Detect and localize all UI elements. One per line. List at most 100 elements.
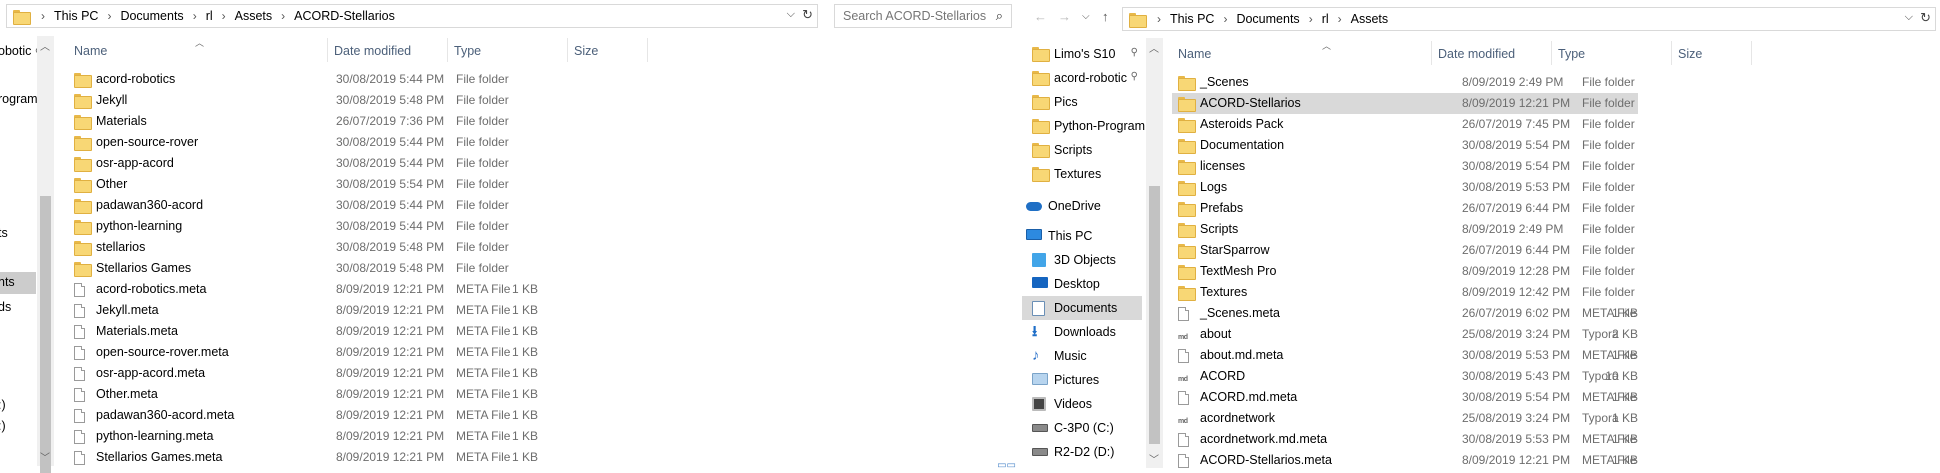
breadcrumb-item[interactable]: Documents bbox=[117, 9, 186, 23]
refresh-icon[interactable]: ↻ bbox=[1920, 10, 1931, 26]
file-row[interactable]: osr-app-acord 30/08/2019 5:44 PM File fold… bbox=[68, 153, 538, 174]
nav-item[interactable]: ⭳ Downloads bbox=[1022, 320, 1142, 344]
column-header-name[interactable]: Name bbox=[1172, 41, 1432, 65]
file-row[interactable]: _Scenes 8/09/2019 2:49 PM File folder bbox=[1172, 72, 1638, 93]
file-row[interactable]: Jekyll 30/08/2019 5:48 PM File folder bbox=[68, 90, 538, 111]
scroll-up-icon[interactable]: ︿ bbox=[40, 38, 50, 53]
refresh-icon[interactable]: ↻ bbox=[802, 7, 813, 23]
file-row[interactable]: acordnetwork.md.meta 30/08/2019 5:53 PM ME… bbox=[1172, 429, 1638, 450]
column-header-date[interactable]: Date modified bbox=[328, 38, 448, 62]
file-row[interactable]: ACORD.md.meta 30/08/2019 5:54 PM META File… bbox=[1172, 387, 1638, 408]
nav-item[interactable]: Desktop bbox=[1022, 272, 1142, 296]
file-row[interactable]: md about 25/08/2019 3:24 PM Typora 2 KB bbox=[1172, 324, 1638, 345]
file-row[interactable]: open-source-rover.meta 8/09/2019 12:21 PM… bbox=[68, 342, 538, 363]
breadcrumb-item[interactable]: Assets bbox=[1348, 12, 1392, 26]
scroll-down-icon[interactable]: ﹀ bbox=[40, 449, 50, 464]
nav-item[interactable]: Pictures bbox=[1022, 368, 1142, 392]
nav-item[interactable]: :) bbox=[0, 419, 6, 433]
file-row[interactable]: Prefabs 26/07/2019 6:44 PM File folder bbox=[1172, 198, 1638, 219]
forward-arrow-icon[interactable]: → bbox=[1058, 9, 1071, 24]
chevron-right-icon[interactable]: › bbox=[1217, 12, 1233, 26]
recent-locations-icon[interactable]: ⌵ bbox=[1082, 11, 1090, 22]
column-header-type[interactable]: Type bbox=[448, 38, 568, 62]
search-field[interactable]: ⌕ bbox=[834, 4, 1012, 28]
file-row[interactable]: _Scenes.meta 26/07/2019 6:02 PM META File 1… bbox=[1172, 303, 1638, 324]
nav-item[interactable]: :) bbox=[0, 398, 6, 412]
chevron-right-icon[interactable]: › bbox=[1332, 12, 1348, 26]
chevron-right-icon[interactable]: › bbox=[187, 9, 203, 23]
chevron-right-icon[interactable]: › bbox=[101, 9, 117, 23]
breadcrumb-item[interactable]: This PC bbox=[1167, 12, 1217, 26]
nav-item[interactable]: Limo's S10 ⚲ bbox=[1022, 42, 1142, 66]
file-row[interactable]: Stellarios Games.meta 8/09/2019 12:21 PM M… bbox=[68, 447, 538, 468]
file-row[interactable]: ACORD-Stellarios 8/09/2019 12:21 PM File f… bbox=[1172, 93, 1638, 114]
scroll-down-icon[interactable]: ﹀ bbox=[1149, 451, 1159, 466]
nav-item[interactable]: Python-Program bbox=[1022, 114, 1145, 138]
scroll-up-icon[interactable]: ︿ bbox=[1149, 40, 1159, 55]
up-arrow-icon[interactable]: ↑ bbox=[1102, 9, 1109, 24]
address-bar[interactable]: › This PC › Documents › rl › Assets ⌵ ↻ bbox=[1122, 7, 1936, 31]
nav-item[interactable]: Scripts bbox=[1022, 138, 1142, 162]
column-header-date[interactable]: Date modified bbox=[1432, 41, 1552, 65]
view-toggle-icon[interactable]: ▭▭ bbox=[997, 460, 1016, 471]
chevron-down-icon[interactable]: ⌵ bbox=[1905, 11, 1913, 24]
nav-item[interactable]: 3D Objects bbox=[1022, 248, 1142, 272]
scroll-thumb[interactable] bbox=[1149, 186, 1160, 444]
column-header-type[interactable]: Type bbox=[1552, 41, 1672, 65]
file-row[interactable]: Textures 8/09/2019 12:42 PM File folder bbox=[1172, 282, 1638, 303]
back-arrow-icon[interactable]: ← bbox=[1034, 9, 1047, 24]
column-header-size[interactable]: Size bbox=[568, 38, 648, 62]
nav-item[interactable]: obotic ⚲ bbox=[0, 44, 40, 58]
file-row[interactable]: Jekyll.meta 8/09/2019 12:21 PM META File 1 … bbox=[68, 300, 538, 321]
file-row[interactable]: stellarios 30/08/2019 5:48 PM File folder bbox=[68, 237, 538, 258]
nav-scrollbar[interactable]: ︿ ﹀ bbox=[1146, 38, 1163, 468]
file-row[interactable]: Stellarios Games 30/08/2019 5:48 PM File f… bbox=[68, 258, 538, 279]
file-row[interactable]: padawan360-acord.meta 8/09/2019 12:21 PM M… bbox=[68, 405, 538, 426]
chevron-right-icon[interactable]: › bbox=[1303, 12, 1319, 26]
nav-item[interactable]: R2-D2 (D:) bbox=[1022, 440, 1142, 464]
file-row[interactable]: python-learning 30/08/2019 5:44 PM File fo… bbox=[68, 216, 538, 237]
file-row[interactable]: TextMesh Pro 8/09/2019 12:28 PM File folde… bbox=[1172, 261, 1638, 282]
file-row[interactable]: Materials.meta 8/09/2019 12:21 PM META Fil… bbox=[68, 321, 538, 342]
nav-item[interactable]: acord-robotic ⚲ bbox=[1022, 66, 1142, 90]
breadcrumb-item[interactable]: rl bbox=[1319, 12, 1332, 26]
breadcrumb-item[interactable]: This PC bbox=[51, 9, 101, 23]
file-row[interactable]: md acordnetwork 25/08/2019 3:24 PM Typora 1 … bbox=[1172, 408, 1638, 429]
nav-item[interactable]: Videos bbox=[1022, 392, 1142, 416]
file-row[interactable]: acord-robotics 30/08/2019 5:44 PM File fol… bbox=[68, 69, 538, 90]
nav-item[interactable]: OneDrive bbox=[1022, 194, 1142, 218]
nav-item[interactable]: This PC bbox=[1022, 224, 1142, 248]
file-row[interactable]: about.md.meta 30/08/2019 5:53 PM META File… bbox=[1172, 345, 1638, 366]
nav-item[interactable]: rogram bbox=[0, 92, 38, 106]
file-row[interactable]: python-learning.meta 8/09/2019 12:21 PM ME… bbox=[68, 426, 538, 447]
nav-scrollbar[interactable]: ︿ ﹀ bbox=[37, 36, 54, 473]
nav-item[interactable]: ts bbox=[0, 226, 8, 240]
file-row[interactable]: padawan360-acord 30/08/2019 5:44 PM File f… bbox=[68, 195, 538, 216]
breadcrumb-item[interactable]: Documents bbox=[1233, 12, 1302, 26]
chevron-down-icon[interactable]: ⌵ bbox=[787, 8, 795, 21]
file-row[interactable]: Asteroids Pack 26/07/2019 7:45 PM File fol… bbox=[1172, 114, 1638, 135]
search-icon[interactable]: ⌕ bbox=[996, 8, 1003, 24]
file-row[interactable]: Scripts 8/09/2019 2:49 PM File folder bbox=[1172, 219, 1638, 240]
breadcrumb-item[interactable]: ACORD-Stellarios bbox=[291, 9, 398, 23]
nav-item[interactable]: ♪ Music bbox=[1022, 344, 1142, 368]
chevron-right-icon[interactable]: › bbox=[275, 9, 291, 23]
column-header-name[interactable]: Name bbox=[68, 38, 328, 62]
nav-item[interactable]: Textures bbox=[1022, 162, 1142, 186]
file-row[interactable]: Other.meta 8/09/2019 12:21 PM META File 1 K… bbox=[68, 384, 538, 405]
file-row[interactable]: Documentation 30/08/2019 5:54 PM File fold… bbox=[1172, 135, 1638, 156]
breadcrumb-item[interactable]: rl bbox=[203, 9, 216, 23]
chevron-right-icon[interactable]: › bbox=[216, 9, 232, 23]
file-row[interactable]: open-source-rover 30/08/2019 5:44 PM File … bbox=[68, 132, 538, 153]
scroll-thumb[interactable] bbox=[40, 196, 51, 473]
address-bar[interactable]: › This PC › Documents › rl › Assets › ACORD-Stel… bbox=[6, 4, 818, 28]
file-row[interactable]: Materials 26/07/2019 7:36 PM File folder bbox=[68, 111, 538, 132]
nav-item[interactable]: C-3P0 (C:) bbox=[1022, 416, 1142, 440]
breadcrumb-item[interactable]: Assets bbox=[232, 9, 276, 23]
file-row[interactable]: Logs 30/08/2019 5:53 PM File folder bbox=[1172, 177, 1638, 198]
nav-item[interactable]: Pics bbox=[1022, 90, 1142, 114]
file-row[interactable]: md ACORD 30/08/2019 5:43 PM Typora 10 KB bbox=[1172, 366, 1638, 387]
file-row[interactable]: licenses 30/08/2019 5:54 PM File folder bbox=[1172, 156, 1638, 177]
file-row[interactable]: StarSparrow 26/07/2019 6:44 PM File folder bbox=[1172, 240, 1638, 261]
search-input[interactable] bbox=[843, 9, 1003, 23]
